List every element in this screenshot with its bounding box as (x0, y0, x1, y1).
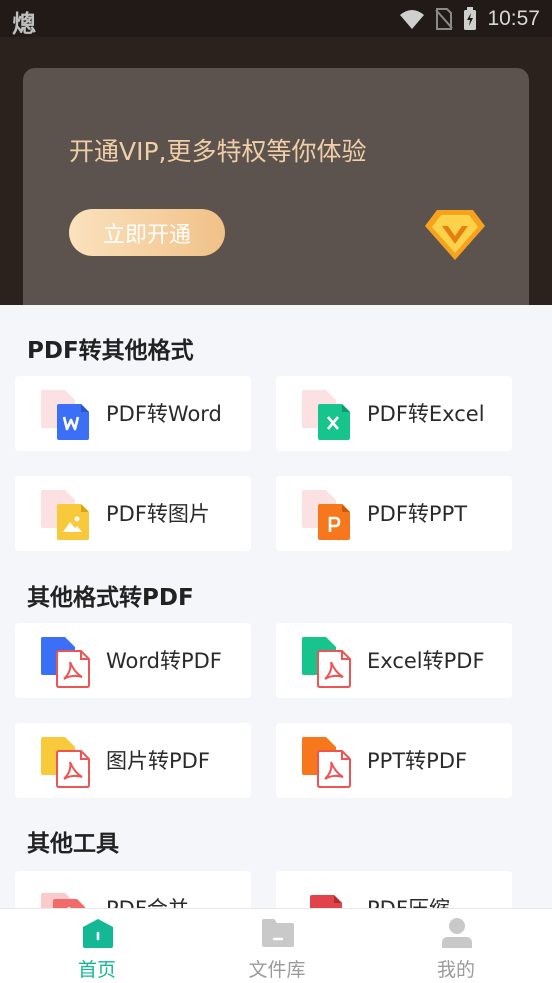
tool-pdf-to-word[interactable]: PDF转Word (15, 376, 251, 451)
status-indicators: 10:57 (399, 5, 540, 33)
nav-profile[interactable]: 我的 (364, 909, 548, 983)
tool-label: PDF转图片 (106, 502, 210, 526)
wifi-icon (400, 10, 425, 29)
tool-pdf-to-excel[interactable]: PDF转Excel (276, 376, 512, 451)
status-time: 10:57 (487, 7, 540, 30)
nav-home[interactable]: 首页 (5, 909, 189, 983)
image-to-pdf-icon (41, 737, 90, 788)
pdf-to-word-icon (41, 390, 89, 440)
nav-label: 首页 (77, 959, 116, 981)
section-title-other-to-pdf: 其他格式转PDF (27, 585, 194, 611)
vip-banner[interactable]: 开通VIP,更多特权等你体验 立即开通 (23, 68, 529, 308)
battery-icon (464, 7, 477, 30)
pdf-to-ppt-icon (302, 490, 350, 540)
pdf-to-excel-icon (302, 390, 350, 440)
tool-word-to-pdf[interactable]: Word转PDF (15, 623, 251, 698)
pdf-compress-icon (310, 895, 342, 908)
word-to-pdf-icon (41, 637, 90, 688)
pdf-merge-icon (41, 893, 85, 908)
vip-activate-button[interactable]: 立即开通 (69, 209, 225, 256)
nav-file-library[interactable]: 文件库 (185, 909, 369, 983)
tool-ppt-to-pdf[interactable]: PPT转PDF (276, 723, 512, 798)
no-sim-icon (435, 8, 454, 30)
tool-excel-to-pdf[interactable]: Excel转PDF (276, 623, 512, 698)
home-icon (83, 919, 113, 948)
tools-content[interactable]: PDF转其他格式 PDF转Word PDF转Excel PDF转图片 PDF转P… (0, 305, 552, 908)
tool-label: Word转PDF (106, 649, 222, 673)
section-title-other-tools: 其他工具 (27, 831, 119, 857)
tool-label: Excel转PDF (367, 649, 485, 673)
tool-image-to-pdf[interactable]: 图片转PDF (15, 723, 251, 798)
tool-label: PDF转Word (106, 402, 222, 426)
tool-label: PDF压缩 (367, 893, 450, 908)
vip-promo-text: 开通VIP,更多特权等你体验 (69, 137, 367, 166)
folder-icon (262, 919, 294, 947)
section-title-pdf-to-other: PDF转其他格式 (27, 338, 194, 364)
pdf-to-image-icon (41, 490, 89, 540)
vip-diamond-icon (425, 210, 485, 260)
bottom-navigation: 首页 文件库 我的 (0, 908, 552, 983)
tool-pdf-to-image[interactable]: PDF转图片 (15, 476, 251, 551)
tool-label: PDF合并 (106, 893, 189, 908)
tool-label: 图片转PDF (106, 749, 210, 773)
tool-label: PDF转Excel (367, 402, 485, 426)
status-app-icon: 熜 (12, 10, 36, 38)
status-bar: 熜 10:57 (0, 0, 552, 38)
profile-icon (442, 918, 472, 948)
ppt-to-pdf-icon (302, 737, 351, 788)
tool-pdf-merge[interactable]: PDF合并 (15, 871, 251, 908)
tool-label: PDF转PPT (367, 502, 468, 526)
nav-label: 文件库 (248, 959, 306, 981)
tool-label: PPT转PDF (367, 749, 468, 773)
tool-pdf-to-ppt[interactable]: PDF转PPT (276, 476, 512, 551)
tool-pdf-compress[interactable]: PDF压缩 (276, 871, 512, 908)
nav-label: 我的 (436, 959, 475, 981)
excel-to-pdf-icon (302, 637, 351, 688)
